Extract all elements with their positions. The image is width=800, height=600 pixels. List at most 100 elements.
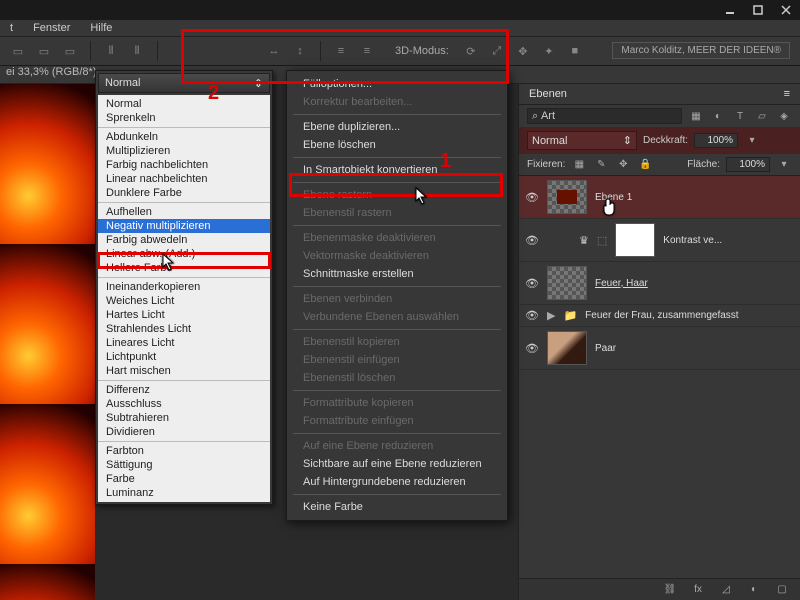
blend-mode-option[interactable]: Aufhellen [98,205,270,219]
panel-title[interactable]: Ebenen [529,88,567,100]
mask-thumbnail[interactable] [615,223,655,257]
blend-mode-option[interactable]: Weiches Licht [98,294,270,308]
blend-mode-option[interactable]: Farbig abwedeln [98,233,270,247]
blend-mode-option[interactable]: Negativ multiplizieren [98,219,270,233]
lock-brush-icon[interactable]: ✎ [593,158,609,172]
expand-icon[interactable]: ▶ [547,309,555,322]
layer-name[interactable]: Feuer der Frau, zusammengefasst [585,310,738,321]
filter-pixel-icon[interactable]: ▦ [688,109,704,123]
blend-mode-option[interactable]: Farbig nachbelichten [98,158,270,172]
layer-row[interactable]: 👁 Paar [519,327,800,370]
3d-icon[interactable]: ✦ [539,41,559,61]
blend-mode-current[interactable]: Normal ⇕ [98,73,270,93]
user-label[interactable]: Marco Kolditz, MEER DER IDEEN® [612,42,790,59]
close-button[interactable] [772,1,800,19]
fx-icon[interactable]: fx [690,583,706,597]
align-icon[interactable]: ▭ [60,41,80,61]
chevron-down-icon[interactable]: ▾ [776,158,792,172]
3d-icon[interactable]: ■ [565,41,585,61]
blend-mode-option[interactable]: Linear nachbelichten [98,172,270,186]
blend-mode-dropdown[interactable]: Normal ⇕ NormalSprenkeln AbdunkelnMultipl… [95,70,273,505]
align-icon[interactable]: ▭ [34,41,54,61]
blend-mode-option[interactable]: Abdunkeln [98,130,270,144]
layer-thumbnail[interactable] [547,180,587,214]
context-menu-item[interactable]: Keine Farbe [287,498,507,516]
blend-mode-option[interactable]: Linear abw. (Add.) [98,247,270,261]
context-menu-item[interactable]: In Smartobjekt konvertieren [287,161,507,179]
layer-thumbnail[interactable] [547,266,587,300]
fill-input[interactable]: 100% [726,157,770,172]
context-menu-item[interactable]: Ebene löschen [287,136,507,154]
3d-icon[interactable]: ✥ [513,41,533,61]
blend-mode-option[interactable]: Hartes Licht [98,308,270,322]
blend-mode-option[interactable]: Dividieren [98,425,270,439]
lock-move-icon[interactable]: ✥ [615,158,631,172]
layer-row[interactable]: 👁Ebene 1 [519,176,800,219]
distribute-icon[interactable]: ≡ [357,41,377,61]
link-layers-icon[interactable]: ⛓ [662,583,678,597]
layer-row[interactable]: 👁♛⬚Kontrast ve... [519,219,800,262]
filter-type-icon[interactable]: T [732,109,748,123]
blend-mode-option[interactable]: Lineares Licht [98,336,270,350]
distribute-icon[interactable]: ↕ [290,41,310,61]
layer-name[interactable]: Kontrast ve... [663,235,722,246]
context-menu-item[interactable]: Schnittmaske erstellen [287,265,507,283]
layer-row[interactable]: 👁 Feuer, Haar [519,262,800,305]
visibility-icon[interactable]: 👁 [525,309,539,322]
blend-mode-option[interactable]: Hellere Farbe [98,261,270,275]
link-mask-icon[interactable]: ⬚ [597,234,607,247]
visibility-icon[interactable]: 👁 [525,191,539,204]
blend-mode-option[interactable]: Sättigung [98,458,270,472]
menu-item[interactable]: Hilfe [90,22,112,34]
blend-mode-option[interactable]: Differenz [98,383,270,397]
mask-icon[interactable]: ◿ [718,583,734,597]
lock-all-icon[interactable]: 🔒 [637,158,653,172]
blend-mode-option[interactable]: Hart mischen [98,364,270,378]
opacity-input[interactable]: 100% [694,133,738,148]
blend-mode-option[interactable]: Dunklere Farbe [98,186,270,200]
blend-mode-option[interactable]: Farbton [98,444,270,458]
blend-mode-option[interactable]: Farbe [98,472,270,486]
3d-icon[interactable]: ⤢ [487,41,507,61]
context-menu-item[interactable]: Sichtbare auf eine Ebene reduzieren [287,455,507,473]
3d-icon[interactable]: ⟳ [461,41,481,61]
align-icon[interactable]: ▭ [8,41,28,61]
blend-mode-option[interactable]: Multiplizieren [98,144,270,158]
layer-search-input[interactable]: ⌕ Art [527,108,682,124]
filter-shape-icon[interactable]: ▱ [754,109,770,123]
folder-icon[interactable]: ▢ [774,583,790,597]
layer-thumbnail[interactable] [547,331,587,365]
context-menu-item[interactable]: Fülloptionen... [287,75,507,93]
layer-name[interactable]: Feuer, Haar [595,278,648,289]
distribute-icon[interactable]: ↔ [264,41,284,61]
menu-item[interactable]: Fenster [33,22,70,34]
minimize-button[interactable] [716,1,744,19]
maximize-button[interactable] [744,1,772,19]
blend-mode-option[interactable]: Lichtpunkt [98,350,270,364]
blend-mode-option[interactable]: Ausschluss [98,397,270,411]
distribute-icon[interactable]: ≡ [331,41,351,61]
visibility-icon[interactable]: 👁 [525,277,539,290]
distribute-icon[interactable]: ⫴ [101,41,121,61]
filter-adjust-icon[interactable]: ◐ [710,109,726,123]
blend-mode-option[interactable]: Normal [98,97,270,111]
blend-mode-option[interactable]: Ineinanderkopieren [98,280,270,294]
visibility-icon[interactable]: 👁 [525,342,539,355]
layer-row[interactable]: 👁▶📁Feuer der Frau, zusammengefasst [519,305,800,327]
menu-item[interactable]: t [10,22,13,34]
context-menu-item[interactable]: Ebene duplizieren... [287,118,507,136]
visibility-icon[interactable]: 👁 [525,234,539,247]
layer-name[interactable]: Paar [595,343,616,354]
context-menu-item[interactable]: Auf Hintergrundebene reduzieren [287,473,507,491]
blend-mode-option[interactable]: Luminanz [98,486,270,500]
blend-mode-option[interactable]: Subtrahieren [98,411,270,425]
lock-pixels-icon[interactable]: ▦ [571,158,587,172]
chevron-down-icon[interactable]: ▾ [744,134,760,148]
filter-smart-icon[interactable]: ◈ [776,109,792,123]
blend-mode-option[interactable]: Sprenkeln [98,111,270,125]
blend-mode-option[interactable]: Strahlendes Licht [98,322,270,336]
panel-menu-icon[interactable]: ≡ [784,88,790,100]
distribute-icon[interactable]: ⫴ [127,41,147,61]
adjustment-icon[interactable]: ◐ [746,583,762,597]
layer-blend-select[interactable]: Normal⇕ [527,131,637,150]
